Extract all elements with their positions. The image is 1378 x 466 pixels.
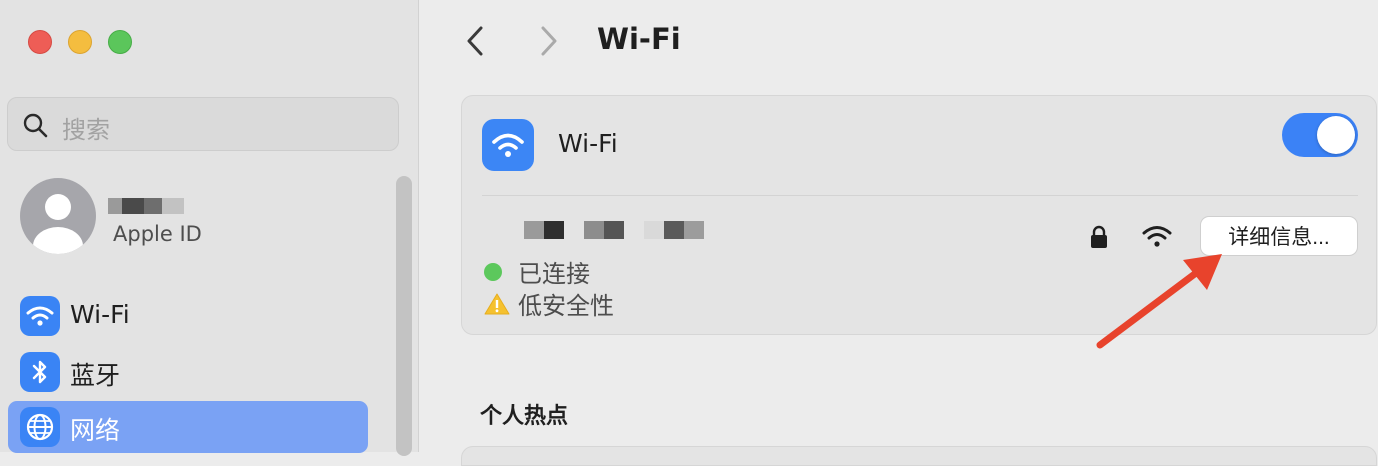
hotspot-section-title: 个人热点 <box>480 404 569 429</box>
person-icon <box>33 194 83 254</box>
search-icon <box>23 113 48 138</box>
connection-status: 已连接 <box>484 254 590 289</box>
globe-icon <box>20 407 60 447</box>
search-input[interactable]: 搜索 <box>62 110 110 145</box>
wifi-title: Wi-Fi <box>558 129 618 158</box>
search-field[interactable]: 搜索 <box>7 97 399 151</box>
account-name-redacted <box>108 198 184 214</box>
forward-button[interactable] <box>532 24 564 58</box>
bluetooth-icon <box>20 352 60 392</box>
sidebar: 搜索 Apple ID Wi-Fi 蓝牙 网络 <box>0 0 419 456</box>
hotspot-card <box>461 446 1377 466</box>
avatar[interactable] <box>20 178 96 254</box>
sidebar-item-bluetooth[interactable]: 蓝牙 <box>8 346 368 398</box>
page-title: Wi-Fi <box>597 22 681 56</box>
sidebar-item-label: 蓝牙 <box>70 361 121 390</box>
toggle-knob <box>1317 116 1355 154</box>
sidebar-item-label: 网络 <box>70 416 121 445</box>
lock-icon <box>1091 225 1107 248</box>
wifi-icon <box>20 296 60 336</box>
warning-icon <box>484 293 510 314</box>
security-status: 低安全性 <box>484 286 614 321</box>
sidebar-item-label: Wi-Fi <box>70 300 130 329</box>
zoom-window-button[interactable] <box>108 30 132 54</box>
apple-id-label: Apple ID <box>113 222 202 246</box>
connection-status-text: 已连接 <box>518 260 590 288</box>
sidebar-scrollbar[interactable] <box>396 176 412 456</box>
divider <box>482 195 1358 196</box>
close-window-button[interactable] <box>28 30 52 54</box>
sidebar-item-network[interactable]: 网络 <box>8 401 368 453</box>
wifi-card: Wi-Fi 已连接 低安全性 详细信息... <box>461 95 1377 335</box>
wifi-toggle[interactable] <box>1282 113 1358 157</box>
back-button[interactable] <box>460 24 492 58</box>
wifi-signal-icon <box>1142 226 1172 247</box>
minimize-window-button[interactable] <box>68 30 92 54</box>
wifi-icon <box>482 119 534 171</box>
security-warning-text: 低安全性 <box>518 292 614 320</box>
connected-status-icon <box>484 262 502 281</box>
sidebar-item-wifi[interactable]: Wi-Fi <box>8 290 368 342</box>
details-button[interactable]: 详细信息... <box>1200 216 1358 256</box>
